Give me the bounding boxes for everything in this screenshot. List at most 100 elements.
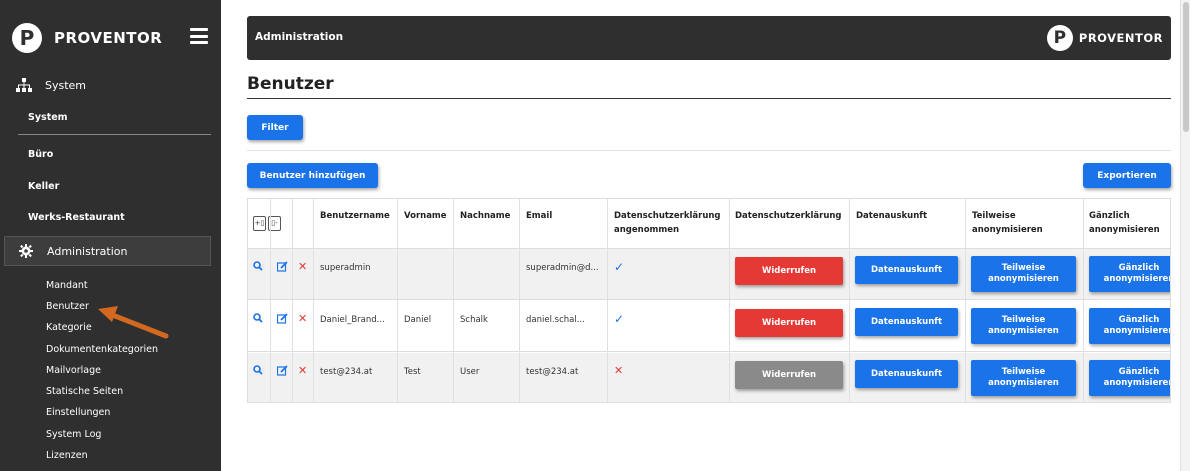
cell-username: Daniel_Brand... xyxy=(320,315,385,325)
revoke-button[interactable]: Widerrufen xyxy=(735,257,843,285)
sidebar-item-werks-restaurant[interactable]: Werks-Restaurant xyxy=(28,212,125,223)
full-anonymize-button[interactable]: Gänzlich anonymisieren xyxy=(1089,308,1170,344)
column-separator xyxy=(292,199,293,402)
header-vorname[interactable]: Vorname xyxy=(404,209,447,223)
table-row: ✕ Daniel_Brand... Daniel Schalk daniel.s… xyxy=(248,301,1170,352)
sidebar-group-label: Administration xyxy=(47,244,128,258)
export-button[interactable]: Exportieren xyxy=(1083,163,1171,188)
column-separator xyxy=(849,199,850,402)
edit-icon[interactable] xyxy=(277,261,288,272)
sidebar-item-lizenzen[interactable]: Lizenzen xyxy=(46,450,88,461)
search-icon[interactable] xyxy=(253,313,263,323)
column-separator xyxy=(270,199,271,402)
full-anonymize-button[interactable]: Gänzlich anonymisieren xyxy=(1089,360,1170,396)
section-divider xyxy=(247,150,1171,151)
sidebar-item-mailvorlage[interactable]: Mailvorlage xyxy=(46,365,101,376)
users-table: +▯ ▯- Benutzername Vorname Nachname Emai… xyxy=(247,198,1171,403)
check-icon: ✓ xyxy=(614,312,625,326)
sidebar-divider xyxy=(18,134,211,135)
title-divider xyxy=(247,98,1171,99)
gear-icon xyxy=(17,244,35,258)
cell-email: test@234.at xyxy=(526,367,579,377)
column-separator xyxy=(313,199,314,402)
column-separator xyxy=(1083,199,1084,402)
table-row: ✕ superadmin superadmin@d... ✓ Widerrufe… xyxy=(248,249,1170,300)
sidebar-group-system[interactable]: System xyxy=(0,76,221,94)
search-icon[interactable] xyxy=(253,365,263,375)
sidebar: P PROVENTOR System System Büro Keller We… xyxy=(0,0,221,471)
data-info-button[interactable]: Datenauskunft xyxy=(855,360,958,388)
logo-letter: P xyxy=(19,26,35,50)
sidebar-item-mandant[interactable]: Mandant xyxy=(46,280,88,291)
cell-username: superadmin xyxy=(320,263,371,273)
cell-firstname: Test xyxy=(404,367,421,377)
revoke-button-disabled[interactable]: Widerrufen xyxy=(735,361,843,389)
edit-icon[interactable] xyxy=(277,313,288,324)
revoke-button[interactable]: Widerrufen xyxy=(735,309,843,337)
column-separator xyxy=(397,199,398,402)
cell-firstname: Daniel xyxy=(404,315,432,325)
proventor-logo-icon: P xyxy=(12,23,42,53)
sidebar-item-buero[interactable]: Büro xyxy=(28,149,53,160)
cell-email: superadmin@d... xyxy=(526,263,599,273)
topbar-brand[interactable]: P PROVENTOR xyxy=(1046,25,1163,51)
sidebar-item-system[interactable]: System xyxy=(28,112,68,123)
logo-letter: P xyxy=(1053,27,1067,48)
sitemap-icon xyxy=(15,78,33,92)
column-separator xyxy=(607,199,608,402)
sidebar-group-label: System xyxy=(45,78,87,92)
sidebar-item-system-log[interactable]: System Log xyxy=(46,429,101,440)
header-datenauskunft[interactable]: Datenauskunft xyxy=(856,209,927,223)
cell-lastname: Schalk xyxy=(460,315,488,325)
header-datenschutz-angenommen[interactable]: Datenschutzerklärung angenommen xyxy=(614,209,726,237)
data-info-button[interactable]: Datenauskunft xyxy=(855,256,958,284)
edit-icon[interactable] xyxy=(277,365,288,376)
data-info-button[interactable]: Datenauskunft xyxy=(855,308,958,336)
column-toggle-controls[interactable]: +▯ ▯- xyxy=(253,216,281,231)
column-separator xyxy=(965,199,966,402)
table-row: ✕ test@234.at Test User test@234.at ✕ Wi… xyxy=(248,353,1170,402)
delete-icon[interactable]: ✕ xyxy=(298,260,307,273)
sidebar-item-statische-seiten[interactable]: Statische Seiten xyxy=(46,386,123,397)
header-datenschutzerklaerung[interactable]: Datenschutzerklärung xyxy=(735,209,842,223)
delete-icon[interactable]: ✕ xyxy=(298,364,307,377)
table-header: +▯ ▯- Benutzername Vorname Nachname Emai… xyxy=(248,199,1170,249)
cell-lastname: User xyxy=(460,367,480,377)
header-benutzername[interactable]: Benutzername xyxy=(320,209,390,223)
cell-email: daniel.schal... xyxy=(526,315,585,325)
hamburger-menu-icon[interactable] xyxy=(190,28,208,44)
page-title: Benutzer xyxy=(247,74,334,94)
scrollbar-thumb[interactable] xyxy=(1183,2,1189,132)
brand-name: PROVENTOR xyxy=(1078,31,1163,45)
header-nachname[interactable]: Nachname xyxy=(460,209,510,223)
column-separator xyxy=(453,199,454,402)
sidebar-item-keller[interactable]: Keller xyxy=(28,181,59,192)
topbar-title: Administration xyxy=(255,31,344,43)
sidebar-brand[interactable]: P PROVENTOR xyxy=(12,22,162,54)
search-icon[interactable] xyxy=(253,261,263,271)
check-icon: ✓ xyxy=(614,260,625,274)
sidebar-item-dokumentenkategorien[interactable]: Dokumentenkategorien xyxy=(46,344,158,355)
sidebar-group-administration[interactable]: Administration xyxy=(4,236,211,266)
header-email[interactable]: Email xyxy=(526,209,552,223)
partial-anonymize-button[interactable]: Teilweise anonymisieren xyxy=(971,308,1076,344)
add-user-button[interactable]: Benutzer hinzufügen xyxy=(247,163,378,188)
column-separator xyxy=(729,199,730,402)
column-separator xyxy=(519,199,520,402)
sidebar-item-benutzer[interactable]: Benutzer xyxy=(46,301,89,312)
filter-button[interactable]: Filter xyxy=(247,115,303,140)
header-gaenzlich-anonymisieren[interactable]: Gänzlich anonymisieren xyxy=(1089,209,1170,237)
delete-icon[interactable]: ✕ xyxy=(298,312,307,325)
page-scrollbar[interactable] xyxy=(1180,0,1190,471)
proventor-logo-icon: P xyxy=(1046,25,1073,51)
sidebar-item-kategorie[interactable]: Kategorie xyxy=(46,322,92,333)
top-bar: Administration P PROVENTOR xyxy=(247,16,1171,60)
sidebar-item-einstellungen[interactable]: Einstellungen xyxy=(46,407,110,418)
cross-icon: ✕ xyxy=(614,364,624,377)
full-anonymize-button[interactable]: Gänzlich anonymisieren xyxy=(1089,256,1170,292)
brand-name: PROVENTOR xyxy=(54,29,163,47)
partial-anonymize-button[interactable]: Teilweise anonymisieren xyxy=(971,360,1076,396)
partial-anonymize-button[interactable]: Teilweise anonymisieren xyxy=(971,256,1076,292)
expand-columns-icon[interactable]: +▯ xyxy=(253,216,266,231)
header-teilweise-anonymisieren[interactable]: Teilweise anonymisieren xyxy=(972,209,1062,237)
